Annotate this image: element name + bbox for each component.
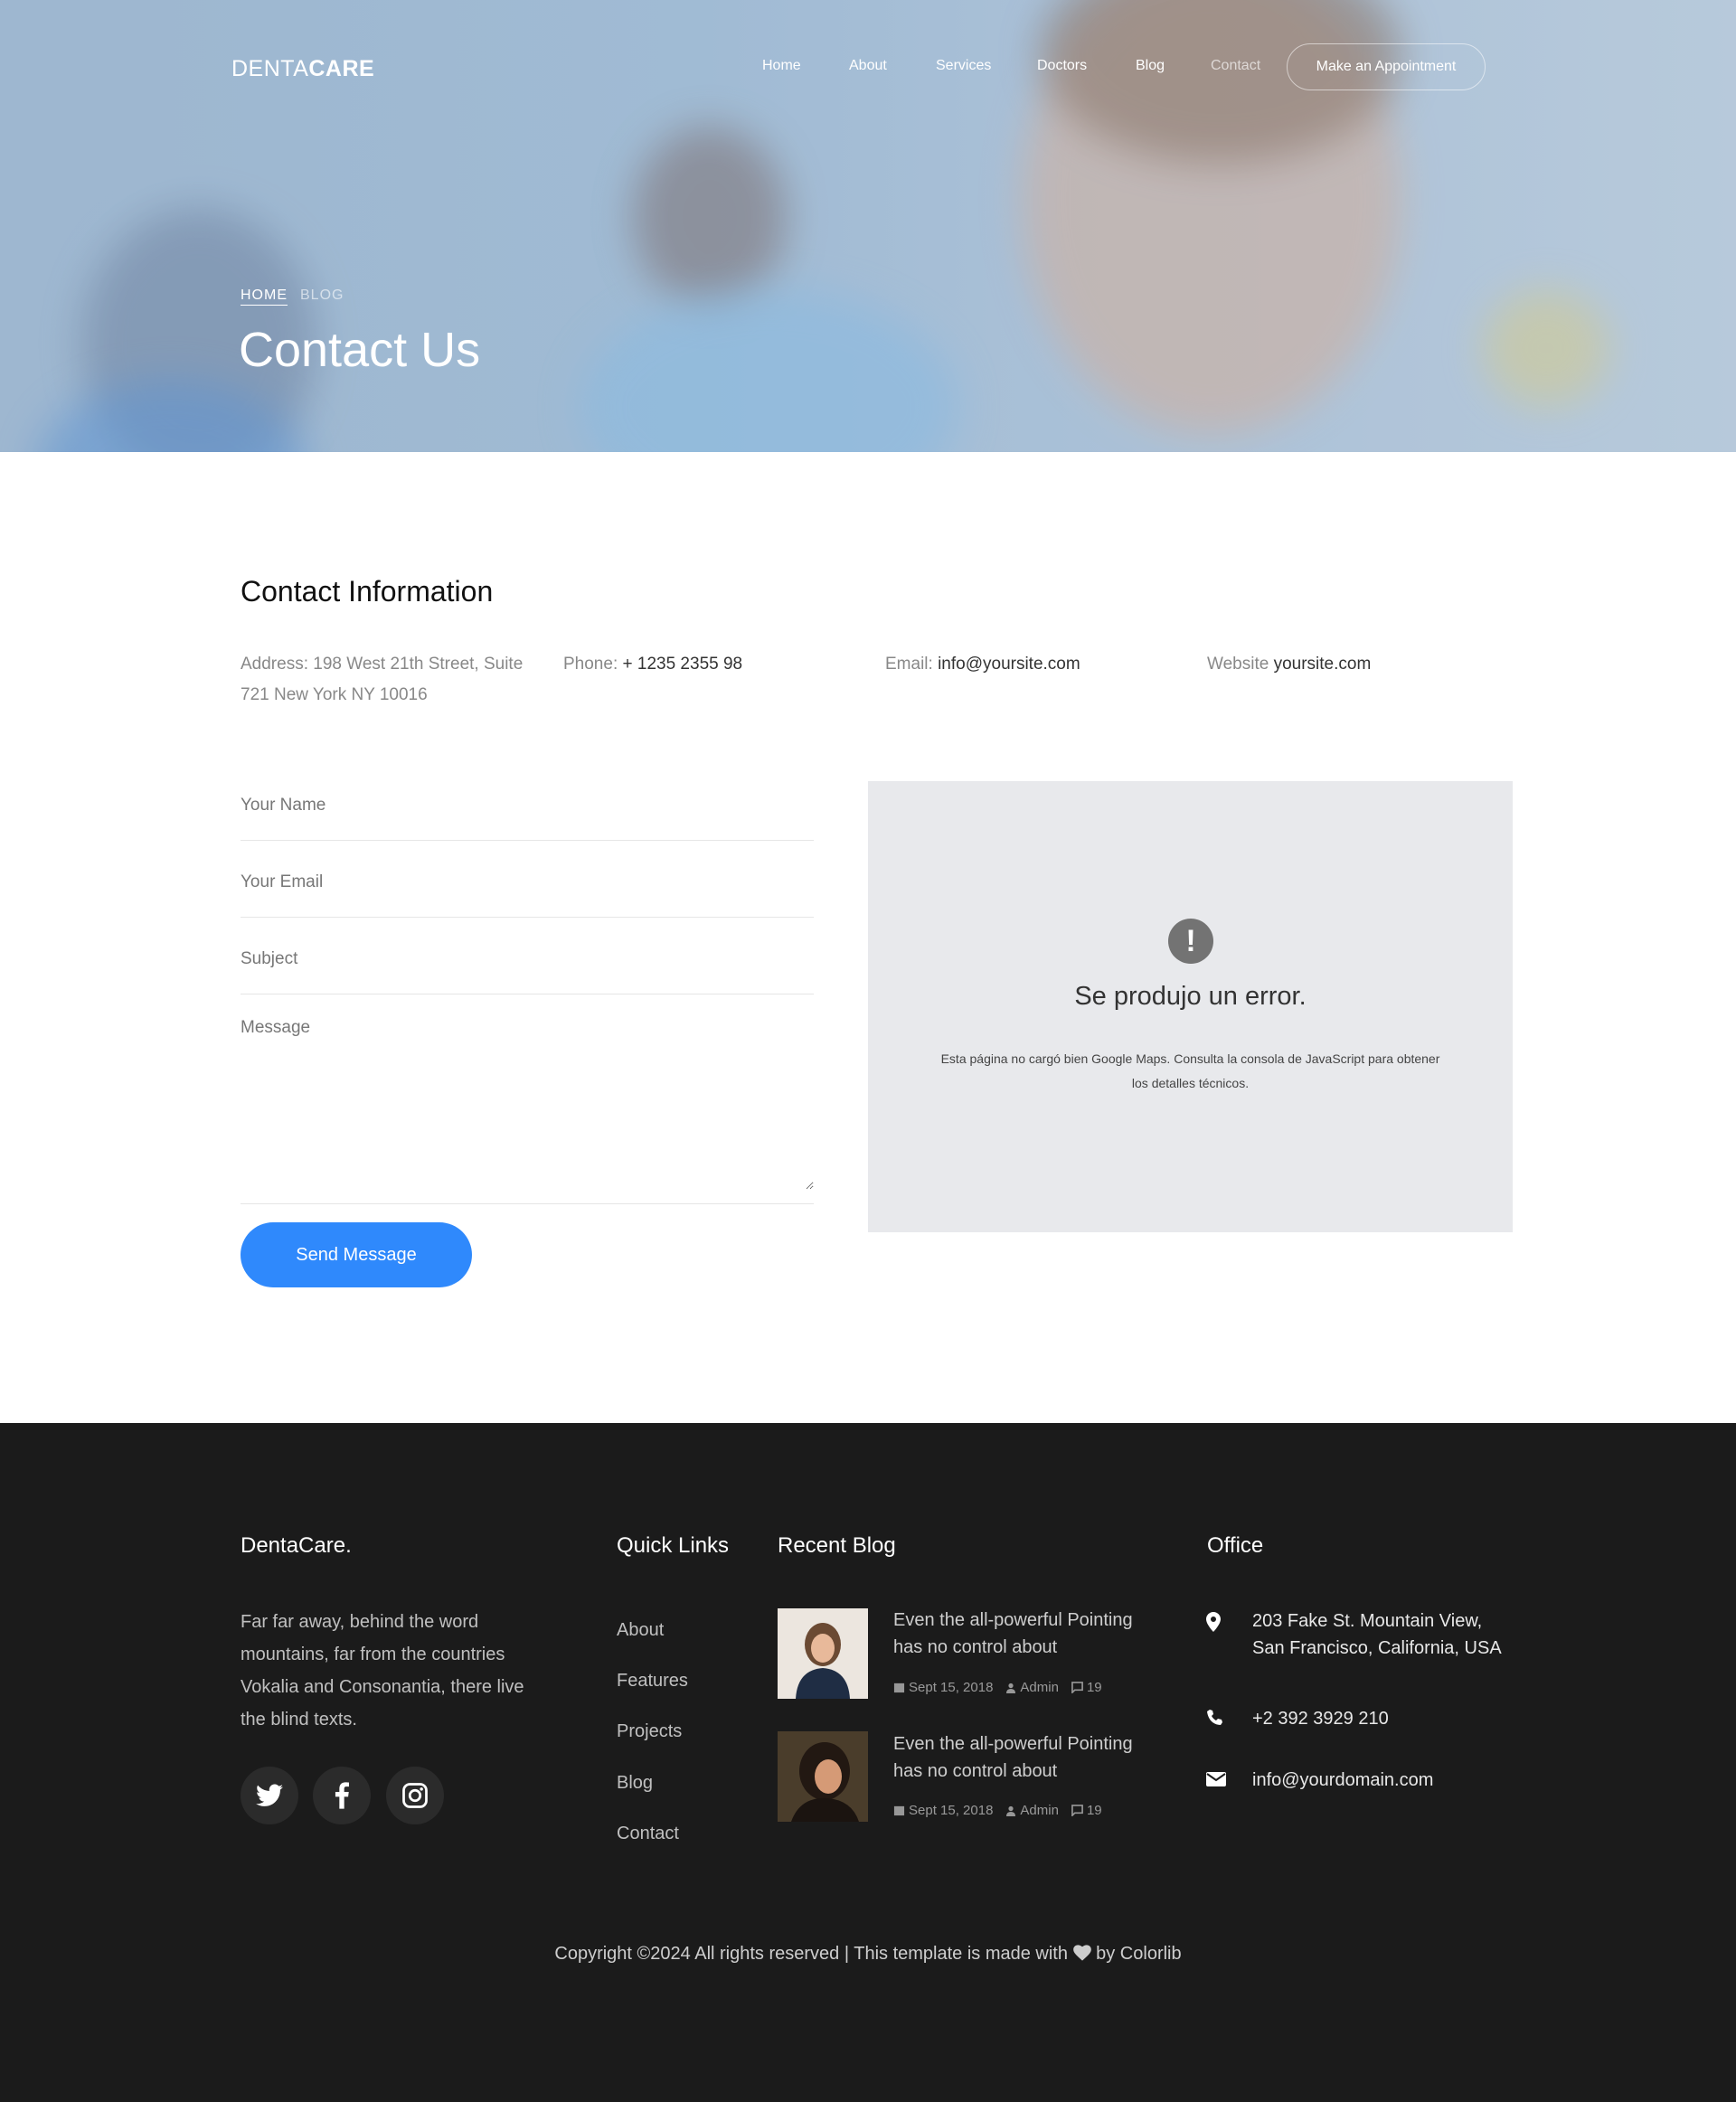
breadcrumb-current: BLOG: [300, 287, 344, 303]
footer-about-text: Far far away, behind the word mountains,…: [241, 1612, 524, 1730]
footer-link-features[interactable]: Features: [617, 1671, 688, 1692]
nav-item-services[interactable]: Services: [936, 58, 991, 74]
comment-icon: [1071, 1682, 1083, 1693]
nav-item-contact[interactable]: Contact: [1211, 58, 1260, 74]
blog-thumbnail[interactable]: [778, 1608, 868, 1699]
footer-link-projects[interactable]: Projects: [617, 1721, 682, 1742]
contact-address: Address: 198 West 21th Street, Suite 721…: [241, 649, 543, 711]
office-phone[interactable]: +2 392 3929 210: [1252, 1705, 1514, 1732]
website-label: Website: [1207, 655, 1269, 674]
subject-field-wrapper: [241, 949, 814, 994]
nav-item-doctors[interactable]: Doctors: [1037, 58, 1087, 74]
address-label: Address:: [241, 655, 308, 674]
phone-label: Phone:: [563, 655, 618, 674]
blog-author-text: Admin: [1020, 1803, 1059, 1818]
copyright: Copyright ©2024 All rights reserved | Th…: [0, 1944, 1736, 1965]
blog-comments-text: 19: [1086, 1803, 1102, 1818]
colorlib-link[interactable]: by Colorlib: [1096, 1944, 1181, 1964]
top-navigation: DENTACARE Home About Services Doctors Bl…: [0, 0, 1736, 136]
logo-light-text: DENTA: [231, 56, 309, 81]
message-field-wrapper: [241, 1018, 814, 1204]
blog-comments[interactable]: 19: [1071, 1803, 1102, 1818]
blog-date[interactable]: Sept 15, 2018: [893, 1680, 993, 1695]
blog-author[interactable]: Admin: [1005, 1803, 1059, 1818]
email-label: Email:: [885, 655, 933, 674]
make-appointment-button[interactable]: Make an Appointment: [1287, 43, 1486, 90]
office-title: Office: [1207, 1533, 1264, 1558]
send-message-button[interactable]: Send Message: [241, 1222, 472, 1287]
blog-comments[interactable]: 19: [1071, 1680, 1102, 1695]
nav-item-home[interactable]: Home: [762, 58, 801, 74]
email-field-wrapper: [241, 872, 814, 918]
twitter-icon[interactable]: [241, 1767, 298, 1824]
footer-link-about[interactable]: About: [617, 1620, 664, 1641]
contact-website: Website yoursite.com: [1207, 649, 1505, 680]
map-embed[interactable]: ! Se produjo un error. Esta página no ca…: [868, 781, 1513, 1232]
heart-icon: [1072, 1945, 1091, 1961]
phone-icon: [1207, 1710, 1222, 1725]
blog-post-title[interactable]: Even the all-powerful Pointing has no co…: [893, 1607, 1156, 1661]
quick-links-title: Quick Links: [617, 1533, 730, 1558]
contact-phone: Phone: + 1235 2355 98: [563, 649, 862, 680]
contact-info-title: Contact Information: [241, 575, 494, 608]
blog-post-title[interactable]: Even the all-powerful Pointing has no co…: [893, 1730, 1156, 1785]
person-icon: [1006, 1683, 1016, 1693]
blog-date-text: Sept 15, 2018: [909, 1803, 994, 1818]
email-value[interactable]: info@yoursite.com: [938, 655, 1080, 674]
website-value[interactable]: yoursite.com: [1274, 655, 1372, 674]
recent-blog-title: Recent Blog: [778, 1533, 896, 1558]
page-title: Contact Us: [239, 323, 481, 377]
instagram-icon[interactable]: [386, 1767, 444, 1824]
site-logo[interactable]: DENTACARE: [231, 56, 374, 82]
hero-banner: DENTACARE Home About Services Doctors Bl…: [0, 0, 1736, 452]
footer-brand: DentaCare.: [241, 1533, 352, 1558]
blog-comments-text: 19: [1086, 1680, 1102, 1695]
blog-author[interactable]: Admin: [1005, 1680, 1059, 1695]
blog-date[interactable]: Sept 15, 2018: [893, 1803, 993, 1818]
blog-post-meta: Sept 15, 2018 Admin 19: [893, 1803, 1115, 1818]
footer-link-blog[interactable]: Blog: [617, 1773, 653, 1794]
map-error-text: Esta página no cargó bien Google Maps. C…: [940, 1051, 1440, 1090]
blog-date-text: Sept 15, 2018: [909, 1680, 994, 1695]
map-marker-icon: [1206, 1612, 1221, 1632]
map-error-title: Se produjo un error.: [1074, 982, 1307, 1011]
blog-author-text: Admin: [1020, 1680, 1059, 1695]
error-icon: !: [1168, 919, 1213, 964]
office-address: 203 Fake St. Mountain View, San Francisc…: [1252, 1611, 1502, 1658]
blog-thumbnail[interactable]: [778, 1731, 868, 1822]
name-input[interactable]: [241, 796, 814, 815]
person-icon: [1006, 1805, 1016, 1816]
envelope-icon: [1206, 1772, 1226, 1786]
breadcrumb: HOME BLOG: [241, 287, 344, 306]
breadcrumb-home[interactable]: HOME: [241, 287, 288, 306]
copyright-text: Copyright ©2024 All rights reserved | Th…: [554, 1944, 1068, 1964]
facebook-icon[interactable]: [313, 1767, 371, 1824]
blog-post-meta: Sept 15, 2018 Admin 19: [893, 1680, 1115, 1695]
contact-email: Email: info@yoursite.com: [885, 649, 1184, 680]
email-input[interactable]: [241, 872, 814, 892]
subject-input[interactable]: [241, 949, 814, 969]
name-field-wrapper: [241, 796, 814, 841]
footer: DentaCare. Far far away, behind the word…: [0, 1423, 1736, 2102]
footer-link-contact[interactable]: Contact: [617, 1824, 679, 1844]
phone-value[interactable]: + 1235 2355 98: [623, 655, 743, 674]
office-email[interactable]: info@yourdomain.com: [1252, 1767, 1514, 1794]
message-textarea[interactable]: [241, 1018, 814, 1190]
nav-item-blog[interactable]: Blog: [1136, 58, 1165, 74]
nav-item-about[interactable]: About: [849, 58, 887, 74]
logo-bold-text: CARE: [308, 56, 375, 81]
calendar-icon: [893, 1683, 905, 1693]
calendar-icon: [893, 1805, 905, 1816]
comment-icon: [1071, 1805, 1083, 1816]
